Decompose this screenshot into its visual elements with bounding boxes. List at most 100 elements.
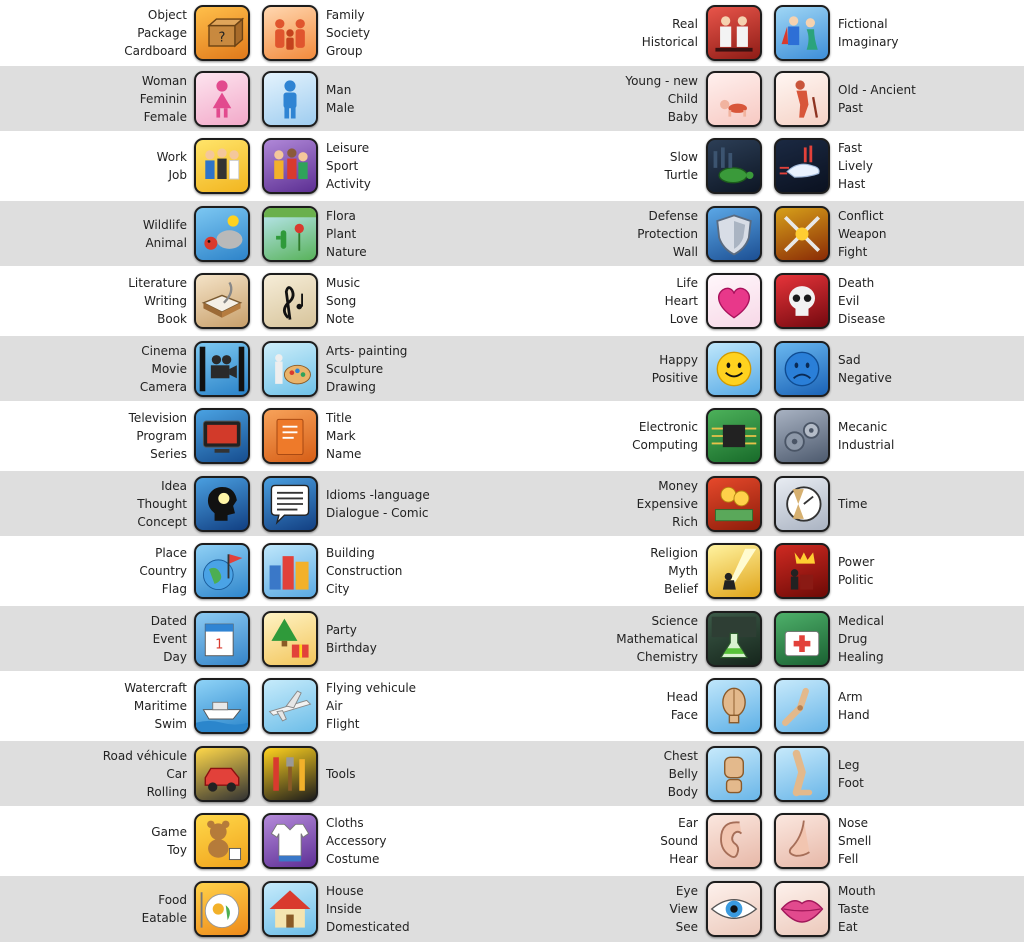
category-label-group: Work Job (157, 131, 187, 201)
television-icon (194, 408, 250, 464)
category-label-group: Fast Lively Hast (838, 131, 873, 201)
category-label-group: Family Society Group (326, 0, 370, 66)
category-word: Leg (838, 757, 860, 772)
category-label-group: Mouth Taste Eat (838, 876, 876, 942)
category-word: Old - Ancient (838, 82, 916, 97)
category-word: Maritime (133, 699, 187, 713)
sad-face-icon (774, 341, 830, 397)
tools-stripes-icon (262, 746, 318, 802)
nose-icon (774, 813, 830, 869)
category-label-group: Religion Myth Belief (650, 536, 698, 606)
eye-icon (706, 881, 762, 937)
category-word: Music (326, 276, 361, 290)
category-word: Mecanic (838, 420, 888, 434)
category-word: Politic (838, 573, 874, 587)
category-word: Happy (659, 352, 698, 367)
category-word: Sport (326, 159, 359, 173)
category-word: Name (326, 447, 362, 461)
lips-mouth-icon (774, 881, 830, 937)
category-label-group: Money Expensive Rich (637, 471, 698, 536)
category-word: Accessory (326, 834, 387, 848)
category-word: Defense (648, 208, 698, 223)
category-label-group: Defense Protection Wall (637, 201, 698, 266)
animals-icon (194, 206, 250, 262)
category-word: Eat (838, 920, 858, 934)
category-word: Literature (128, 276, 187, 290)
category-word: Female (143, 109, 187, 124)
category-label-group: Watercraft Maritime Swim (124, 671, 187, 741)
title-card-icon (262, 408, 318, 464)
category-word: Money (658, 478, 698, 493)
food-plate-icon (194, 881, 250, 937)
old-man-cane-icon (774, 71, 830, 127)
category-word: Conflict (838, 208, 884, 223)
category-word: Fight (838, 244, 868, 259)
legend-row: 1 Dated Event Day Party Birthday Science Mathem… (0, 606, 1024, 671)
man-symbol-icon (262, 71, 318, 127)
category-word: Nature (326, 244, 367, 259)
teddy-bear-dice-icon (194, 813, 250, 869)
book-quill-icon (194, 273, 250, 329)
category-word: Watercraft (124, 681, 187, 695)
shield-wall-icon (706, 206, 762, 262)
category-word: Hand (838, 708, 870, 722)
category-word: Imaginary (838, 35, 899, 49)
category-word: Body (667, 784, 698, 799)
category-word: Air (326, 699, 343, 713)
category-word: Food (158, 893, 187, 907)
category-word: Myth (668, 564, 698, 578)
category-word: Job (168, 168, 188, 182)
category-word: Animal (145, 235, 187, 250)
category-label-group: Leisure Sport Activity (326, 131, 371, 201)
smiley-face-icon (706, 341, 762, 397)
category-label-group: Place Country Flag (139, 536, 187, 606)
category-word: Medical (838, 613, 884, 628)
category-word: Protection (637, 226, 698, 241)
category-word: Series (150, 447, 187, 461)
crossed-swords-icon (774, 206, 830, 262)
category-word: Baby (667, 109, 698, 124)
category-word: Heart (664, 294, 698, 308)
category-label-group: Woman Feminin Female (140, 66, 187, 131)
category-label-group: Leg Foot (838, 741, 864, 806)
category-word: Flora (326, 208, 356, 223)
ear-icon (706, 813, 762, 869)
category-word: Time (838, 496, 868, 511)
category-word: Dialogue - Comic (326, 505, 429, 520)
category-label-group: Road véhicule Car Rolling (103, 741, 187, 806)
first-aid-kit-icon (774, 611, 830, 667)
category-word: Wildlife (142, 217, 187, 232)
category-word: Eatable (141, 911, 187, 925)
mannequin-body-icon (706, 746, 762, 802)
palette-statue-icon (262, 341, 318, 397)
category-word: Drawing (326, 379, 376, 394)
category-word: Face (670, 708, 698, 722)
category-label-group: Chest Belly Body (664, 741, 698, 806)
christmas-tree-gift-icon (262, 611, 318, 667)
legend-row: ? Object Package Cardboard Family Society Grou… (0, 0, 1024, 66)
category-word: Event (152, 631, 187, 646)
category-word: Fast (838, 141, 863, 155)
category-word: Society (326, 26, 371, 40)
cardboard-box-icon: ? (194, 5, 250, 61)
category-word: City (326, 582, 350, 596)
boat-icon (194, 678, 250, 734)
category-word: Song (326, 294, 357, 308)
category-word: Chest (663, 748, 698, 763)
category-word: Car (166, 766, 187, 781)
category-label-group: Television Program Series (129, 401, 187, 471)
workers-icon (194, 138, 250, 194)
category-word: House (326, 884, 364, 898)
flask-chalkboard-icon (706, 611, 762, 667)
category-label-group: Young - new Child Baby (625, 66, 698, 131)
category-word: Thought (137, 496, 187, 511)
category-word: Hear (669, 852, 698, 866)
category-word: Life (676, 276, 698, 290)
airplane-icon (262, 678, 318, 734)
category-word: Rolling (146, 784, 187, 799)
category-word: Party (326, 622, 357, 637)
crawling-baby-icon (706, 71, 762, 127)
crown-speaker-icon (774, 543, 830, 599)
calendar-icon: 1 (194, 611, 250, 667)
gears-machine-icon (774, 408, 830, 464)
